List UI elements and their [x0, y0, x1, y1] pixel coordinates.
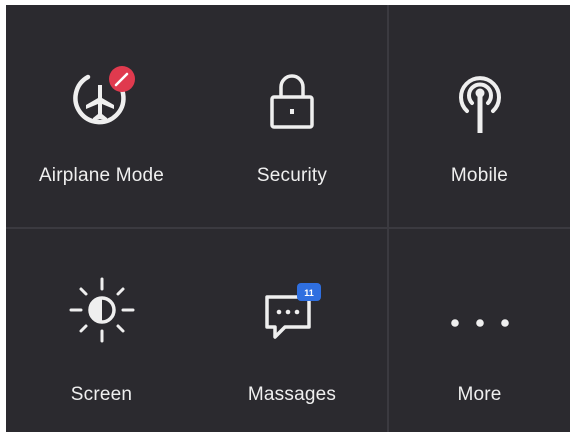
- airplane-icon: [72, 66, 135, 125]
- more-tile[interactable]: More: [389, 229, 570, 432]
- mobile-tile[interactable]: Mobile: [389, 5, 570, 227]
- security-label: Security: [256, 165, 328, 186]
- mobile-label: Mobile: [450, 165, 509, 186]
- screen-label: Screen: [70, 384, 133, 405]
- airplane-mode-label: Airplane Mode: [38, 165, 165, 186]
- brightness-icon: [69, 277, 134, 343]
- security-tile[interactable]: Security: [197, 5, 387, 227]
- lock-icon: [270, 74, 314, 129]
- message-badge-count: 11: [304, 288, 314, 298]
- quick-settings-panel: Airplane Mode Security Mobile Screen 11 …: [6, 5, 570, 432]
- more-icon: [450, 319, 509, 327]
- antenna-icon: [458, 76, 501, 133]
- airplane-mode-tile[interactable]: Airplane Mode: [6, 5, 197, 227]
- message-icon: 11: [265, 283, 321, 339]
- messages-label: Massages: [247, 384, 337, 405]
- more-label: More: [457, 384, 502, 405]
- screen-tile[interactable]: Screen: [6, 229, 197, 432]
- messages-tile[interactable]: 11 Massages: [197, 229, 387, 432]
